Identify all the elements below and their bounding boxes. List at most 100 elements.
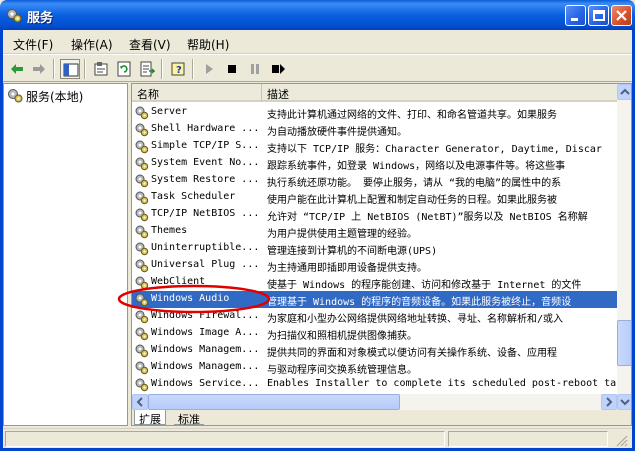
scroll-down-button[interactable] [617,394,631,410]
table-row[interactable]: WebClient 使基于 Windows 的程序能创建、访问和修改基于 Inte… [132,274,617,291]
start-service-button[interactable] [199,59,219,79]
table-row[interactable]: TCP/IP NetBIOS ... 允许对 “TCP/IP 上 NetBIOS … [132,206,617,223]
minimize-button[interactable] [565,5,586,26]
table-row[interactable]: Universal Plug ... 为主持通用即插即用设备提供支持。 [132,257,617,274]
tab-extended[interactable]: 扩展 [134,410,166,425]
maximize-icon [593,10,605,21]
refresh-button[interactable] [114,59,134,79]
horizontal-scroll-thumb[interactable] [148,394,400,410]
table-row[interactable]: Simple TCP/IP S... 支持以下 TCP/IP 服务：Charact… [132,138,617,155]
service-name: Themes [151,225,188,236]
service-gear-icon [135,276,149,290]
table-row[interactable]: Windows Managem... 提供共同的界面和对象模式以便访问有关操作系统… [132,342,617,359]
menu-bar: 文件(F) 操作(A) 查看(V) 帮助(H) [3,30,632,54]
services-list-pane[interactable]: 名称 描述 Server 支持此计算机通过网络的文件、打印、和命名管道共享。如果服… [131,83,632,426]
stop-service-button[interactable] [222,59,242,79]
table-row[interactable]: Windows Image A... 为扫描仪和照相机提供图像捕获。 [132,325,617,342]
service-description: 为扫描仪和照相机提供图像捕获。 [267,331,417,342]
table-row[interactable]: System Event No... 跟踪系统事件，如登录 Windows，网络以… [132,155,617,172]
service-name: Simple TCP/IP S... [151,140,259,151]
list-header: 名称 描述 [132,84,617,102]
service-gear-icon [135,293,149,307]
service-name: TCP/IP NetBIOS ... [151,208,259,219]
scroll-left-button[interactable] [132,394,148,410]
service-gear-icon [135,208,149,222]
service-gear-icon [135,310,149,324]
console-tree-pane[interactable]: 服务(本地) [3,83,128,426]
properties-button[interactable] [91,59,111,79]
service-name: Windows Managem... [151,344,259,355]
horizontal-scrollbar[interactable] [132,394,617,410]
service-description: 执行系统还原功能。 要停止服务，请从 “我的电脑”的属性中的系 [267,178,562,189]
vertical-scrollbar[interactable] [617,84,631,410]
service-gear-icon [135,191,149,205]
service-description: 为家庭和小型办公网络提供网络地址转换、寻址、名称解析和/或入 [267,314,564,325]
scroll-right-button[interactable] [601,394,617,410]
forward-button[interactable] [29,59,49,79]
menu-action[interactable]: 操作(A) [71,36,113,53]
service-name: Universal Plug ... [151,259,259,270]
chevron-right-icon [606,397,613,407]
service-description: 跟踪系统事件，如登录 Windows，网络以及电源事件等。将这些事 [267,161,566,172]
start-service-icon [206,64,213,74]
back-arrow-icon [11,64,23,74]
gears-icon [7,9,22,23]
restart-service-button[interactable] [268,59,288,79]
service-gear-icon [135,259,149,273]
column-header-name[interactable]: 名称 [132,84,262,102]
resize-grip-icon[interactable] [614,433,628,447]
service-description: 提供共同的界面和对象模式以便访问有关操作系统、设备、应用程 [267,348,557,359]
table-row[interactable]: Uninterruptible... 管理连接到计算机的不间断电源(UPS) [132,240,617,257]
service-gear-icon [135,327,149,341]
service-gear-icon [135,361,149,375]
table-row[interactable]: Windows Service... Enables Installer to c… [132,376,617,393]
table-row[interactable]: Windows Managem... 与驱动程序间交换系统管理信息。 [132,359,617,376]
service-name: Server [151,106,188,117]
view-tabs: 扩展 标准 [132,410,617,425]
status-bar [3,428,632,448]
scroll-up-button[interactable] [617,84,631,100]
export-list-button[interactable] [137,59,157,79]
title-bar[interactable]: 服务 [0,0,635,30]
maximize-button[interactable] [588,5,609,26]
service-description: 管理基于 Windows 的程序的音频设备。如果此服务被终止，音频设 [267,297,572,308]
menu-view[interactable]: 查看(V) [129,36,171,53]
help-icon: ? [171,62,185,76]
service-gear-icon [135,242,149,256]
toolbar-separator [84,59,86,79]
table-row[interactable]: Server 支持此计算机通过网络的文件、打印、和命名管道共享。如果服务 [132,104,617,121]
toolbar-separator [192,59,194,79]
table-row[interactable]: Windows Audio 管理基于 Windows 的程序的音频设备。如果此服务… [132,291,617,308]
service-name: System Restore ... [151,174,259,185]
console-tree-button[interactable] [60,59,80,79]
toolbar-separator [161,59,163,79]
service-description: 与驱动程序间交换系统管理信息。 [267,365,417,376]
table-row[interactable]: Windows Firewal... 为家庭和小型办公网络提供网络地址转换、寻址、… [132,308,617,325]
console-tree-icon [63,63,79,77]
close-button[interactable] [611,5,632,26]
column-header-description[interactable]: 描述 [262,84,617,102]
back-button[interactable] [7,59,27,79]
table-row[interactable]: Shell Hardware ... 为自动播放硬件事件提供通知。 [132,121,617,138]
menu-file[interactable]: 文件(F) [13,36,53,53]
service-description: 为自动播放硬件事件提供通知。 [267,127,407,138]
pause-service-icon [251,64,259,74]
service-name: Windows Audio [151,293,230,304]
service-description: 为主持通用即插即用设备提供支持。 [267,263,427,274]
help-button[interactable]: ? [168,59,188,79]
tab-standard[interactable]: 标准 [174,410,204,425]
pause-service-button[interactable] [245,59,265,79]
chevron-left-icon [136,397,143,407]
toolbar-separator [53,59,55,79]
service-name: Uninterruptible... [151,242,259,253]
table-row[interactable]: Themes 为用户提供使用主题管理的经验。 [132,223,617,240]
service-name: Task Scheduler [151,191,236,202]
table-row[interactable]: Task Scheduler 使用户能在此计算机上配置和制定自动任务的日程。如果此… [132,189,617,206]
service-description: 为用户提供使用主题管理的经验。 [267,229,417,240]
service-name: Shell Hardware ... [151,123,259,134]
service-name: System Event No... [151,157,259,168]
menu-help[interactable]: 帮助(H) [187,36,229,53]
minimize-icon [571,18,578,21]
table-row[interactable]: System Restore ... 执行系统还原功能。 要停止服务，请从 “我的… [132,172,617,189]
vertical-scroll-thumb[interactable] [617,320,631,366]
